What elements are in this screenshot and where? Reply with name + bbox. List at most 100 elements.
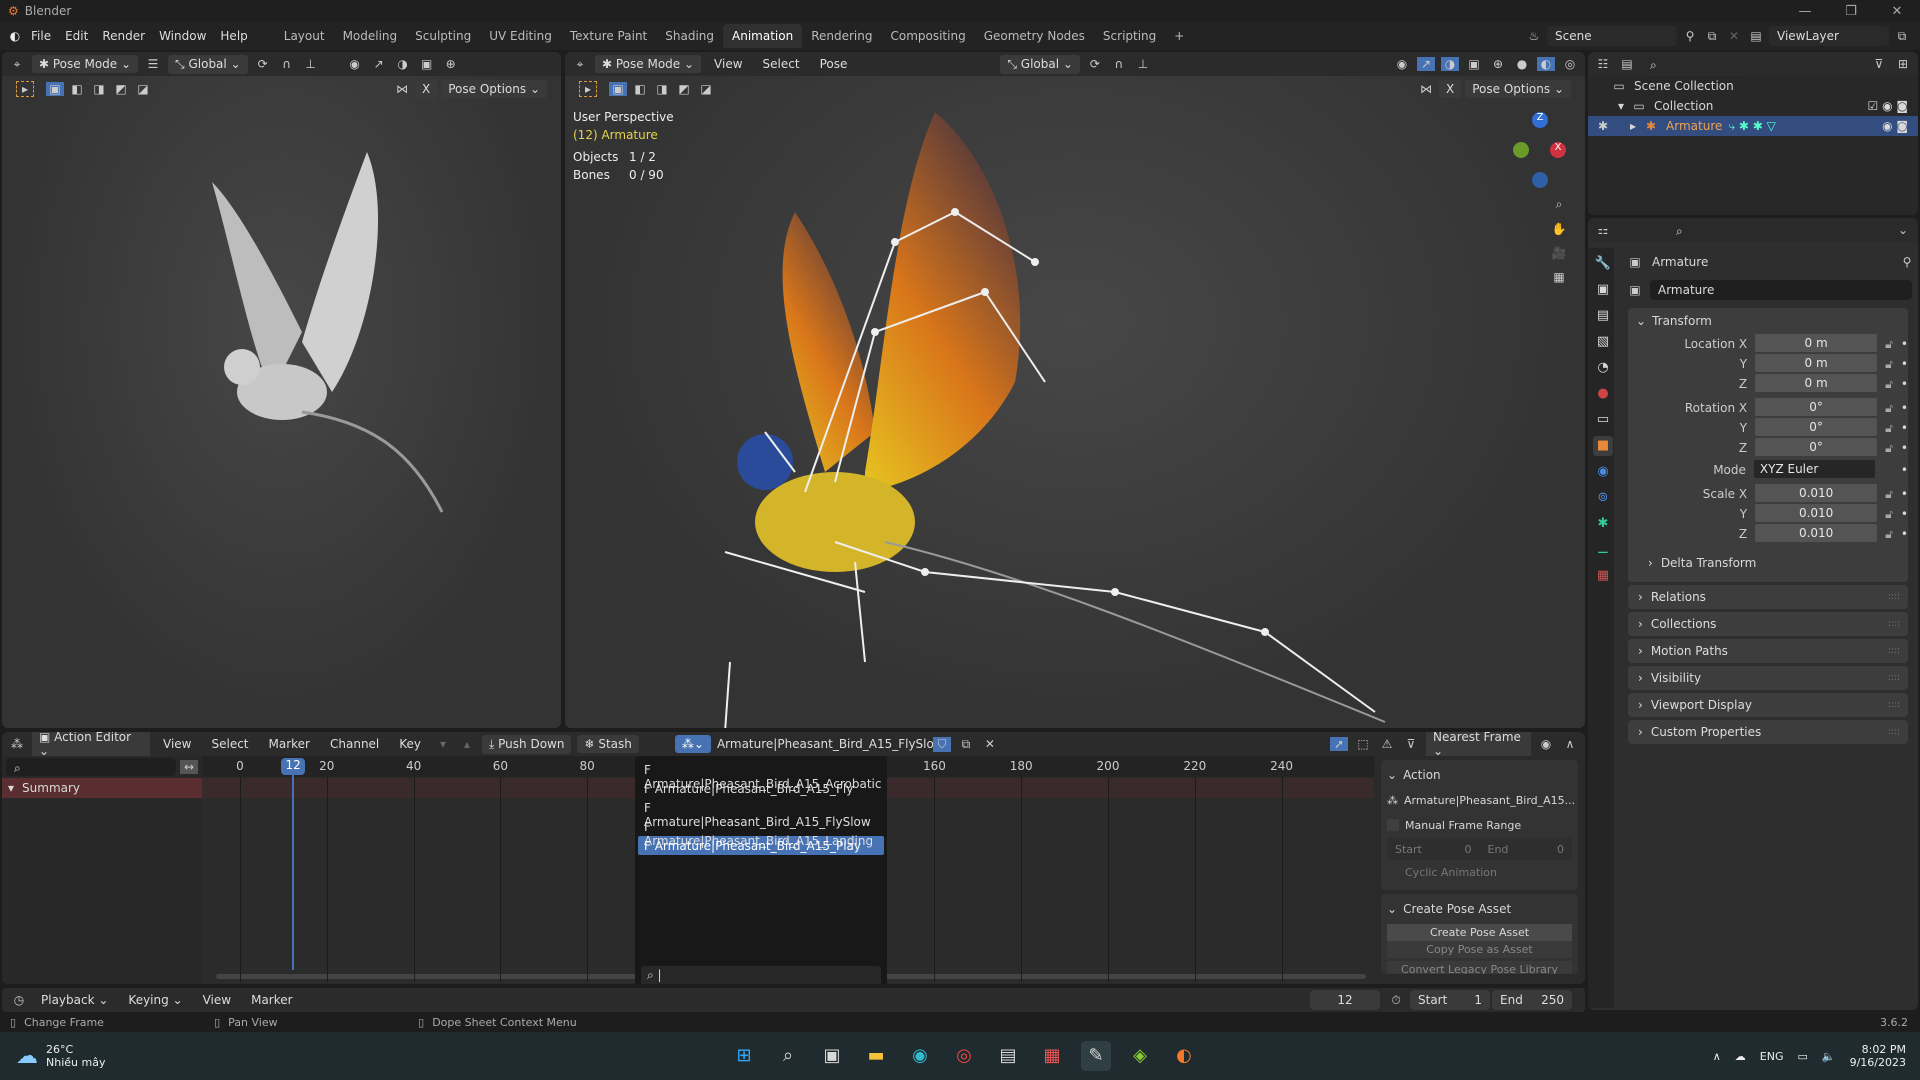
transform-panel-header[interactable]: ⌄ Transform [1628,308,1908,334]
task-view-icon[interactable]: ▣ [817,1041,847,1071]
world-tab-icon[interactable]: ● [1593,384,1613,404]
collection-tab-icon[interactable]: ▭ [1593,410,1613,430]
falloff-icon[interactable]: ∧ [1561,737,1579,751]
view-layer-icon[interactable]: ▤ [1747,29,1765,43]
select-new-icon[interactable]: ▣ [46,82,64,96]
keyframe-dot-icon[interactable]: • [1901,527,1908,541]
scene-selector[interactable]: Scene [1547,26,1677,46]
tab-animation[interactable]: Animation [723,24,803,48]
start-frame-field[interactable]: Start 1 [1410,990,1490,1010]
editor-type-icon[interactable]: ⁂ [8,737,26,751]
new-scene-icon[interactable]: ⧉ [1703,29,1721,44]
camera-icon[interactable]: 🎥 [1550,246,1568,260]
manual-frame-range-checkbox[interactable]: Manual Frame Range [1387,814,1572,836]
scale-field[interactable]: 0.010 [1755,524,1878,542]
fake-user-shield-icon[interactable]: ⛉ [932,736,951,752]
playhead-line[interactable] [292,770,295,970]
select-tool-icon[interactable]: ▸ [16,81,34,97]
scale-field[interactable]: 0.010 [1755,484,1878,502]
outliner-collection[interactable]: ▾ ▭ Collection ☑ ◉ ◙ [1588,96,1918,116]
lock-icon[interactable]: 🔓︎ [1885,441,1893,456]
filter-icon[interactable]: ⊽ [1402,737,1420,751]
close-button[interactable]: ✕ [1874,4,1920,19]
visibility-icon[interactable]: ◉ [346,57,364,71]
current-frame-field[interactable]: 12 [1310,990,1380,1010]
keyframe-dot-icon[interactable]: • [1901,357,1908,371]
outliner-search[interactable]: ⌕ [1642,55,1747,73]
blender-menu-icon[interactable]: ◐ [6,29,24,43]
output-tab-icon[interactable]: ▤ [1593,306,1613,326]
keyframe-dot-icon[interactable]: • [1901,377,1908,391]
drag-handle-icon[interactable]: :::: [1888,619,1900,629]
search-icon[interactable]: ⌕ [773,1041,803,1071]
keyframe-dot-icon[interactable]: • [1901,507,1908,521]
language-indicator[interactable]: ENG [1760,1050,1784,1063]
file-explorer-icon[interactable]: ▬ [861,1041,891,1071]
lock-icon[interactable]: 🔓︎ [1885,487,1893,502]
physics-tab-icon[interactable]: ◉ [1593,462,1613,482]
delete-view-layer-icon[interactable]: ✕ [1915,29,1920,43]
drag-handle-icon[interactable]: :::: [1888,592,1900,602]
editor-type-icon[interactable]: ⚏ [1594,223,1612,237]
pin-icon[interactable]: ⚲ [1681,29,1699,43]
armature-toggles[interactable]: ◉ ◙ [1882,119,1908,133]
menu-playback[interactable]: Playback ⌄ [34,993,115,1007]
menu-key[interactable]: Key [392,737,428,751]
channel-search-input[interactable]: ⌕ [6,758,176,776]
action-panel-header[interactable]: ⌄ Action [1387,764,1572,786]
lock-icon[interactable]: 🔓︎ [1885,357,1893,372]
location-field[interactable]: 0 m [1755,334,1878,352]
proportional-icon[interactable]: ⊥ [302,57,320,71]
drag-handle-icon[interactable]: :::: [1888,673,1900,683]
view-layer-selector[interactable]: ViewLayer [1769,26,1889,46]
menu-view[interactable]: View [196,993,238,1007]
pin-icon[interactable]: ⚲ [1898,255,1916,269]
menu-window[interactable]: Window [152,29,213,43]
location-field[interactable]: 0 m [1755,374,1878,392]
armature-data-tab-icon[interactable]: ✱ [1593,514,1613,534]
unlink-action-icon[interactable]: ✕ [981,737,999,751]
app-icon[interactable]: ▦ [1037,1041,1067,1071]
panel-motion-paths[interactable]: › Motion Paths:::: [1628,639,1908,663]
navigation-gizmo[interactable]: Z X [1510,112,1570,192]
pose-panel-header[interactable]: ⌄ Create Pose Asset [1387,898,1572,920]
action-datablock[interactable]: ⁂ Armature|Pheasant_Bird_A15... [1387,786,1575,814]
maximize-button[interactable]: ❐ [1828,4,1874,19]
editor-type-icon[interactable]: ☷ [1594,57,1612,71]
snap-icon[interactable]: ∩ [278,57,296,71]
tab-geometry-nodes[interactable]: Geometry Nodes [975,24,1094,48]
keyframe-dot-icon[interactable]: • [1901,487,1908,501]
menu-render[interactable]: Render [95,29,152,43]
create-pose-asset-button[interactable]: Create Pose Asset [1387,924,1572,941]
delete-scene-icon[interactable]: ✕ [1725,29,1743,43]
filter-icon[interactable]: ⊽ [1870,57,1888,71]
green-app-icon[interactable]: ◈ [1125,1041,1155,1071]
lock-icon[interactable]: 🔓︎ [1885,527,1893,542]
new-view-layer-icon[interactable]: ⧉ [1893,29,1911,44]
start-icon[interactable]: ⊞ [729,1041,759,1071]
convert-pose-library-button[interactable]: Convert Legacy Pose Library [1387,961,1572,974]
menu-help[interactable]: Help [213,29,254,43]
tab-shading[interactable]: Shading [656,24,723,48]
stopwatch-icon[interactable]: ⏱ [1387,993,1405,1008]
ortho-grid-icon[interactable]: ▦ [1550,270,1568,284]
object-name-field[interactable]: Armature [1650,280,1912,300]
lock-icon[interactable]: 🔓︎ [1885,421,1893,436]
editor-type-icon[interactable]: ◷ [10,993,28,1007]
browse-action-button[interactable]: ⁂⌄ [674,735,711,753]
layer-up-icon[interactable]: ▴ [458,737,476,751]
lock-icon[interactable]: 🔓︎ [1885,401,1893,416]
menu-view[interactable]: View [156,737,198,751]
delta-transform-subpanel[interactable]: › Delta Transform [1628,550,1908,576]
pan-hand-icon[interactable]: ✋ [1550,222,1568,236]
zoom-icon[interactable]: ⌕ [1550,197,1568,212]
action-list-item[interactable]: F Armature|Pheasant_Bird_A15_Play [638,836,884,855]
panel-collections[interactable]: › Collections:::: [1628,612,1908,636]
select-subtract-icon[interactable]: ◨ [90,82,108,96]
new-collection-icon[interactable]: ⊞ [1894,57,1912,71]
render-tab-icon[interactable]: ▣ [1593,280,1613,300]
store-icon[interactable]: ▤ [993,1041,1023,1071]
scene-tab-icon[interactable]: ◔ [1593,358,1613,378]
layer-down-icon[interactable]: ▾ [434,737,452,751]
range-start-field[interactable]: Start 0 [1387,843,1480,856]
